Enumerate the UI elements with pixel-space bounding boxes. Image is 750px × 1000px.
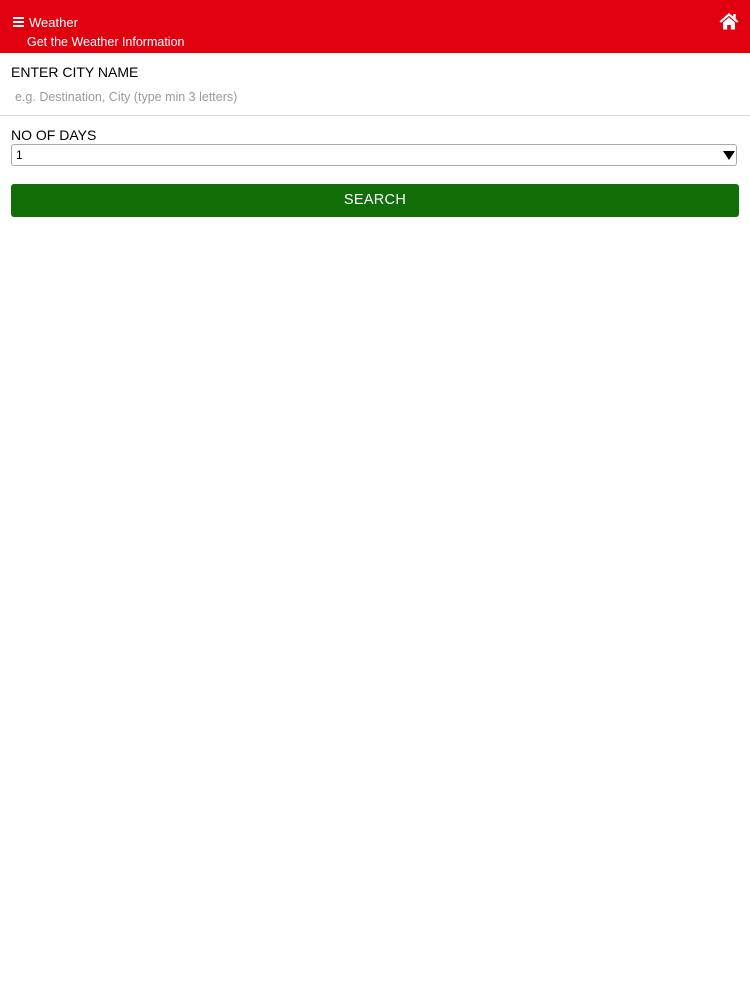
days-selected-value: 1 xyxy=(16,148,23,162)
home-icon[interactable] xyxy=(719,12,739,30)
city-input[interactable] xyxy=(11,86,739,108)
divider xyxy=(0,115,750,116)
page-title: Weather xyxy=(29,15,78,30)
app-header: Weather Get the Weather Information xyxy=(0,0,750,53)
days-label: NO OF DAYS xyxy=(11,127,97,143)
chevron-down-icon xyxy=(723,151,735,160)
page-subtitle: Get the Weather Information xyxy=(27,35,185,49)
days-select[interactable]: 1 xyxy=(11,144,737,166)
city-label: ENTER CITY NAME xyxy=(11,64,139,80)
search-button[interactable]: SEARCH xyxy=(11,184,739,217)
menu-icon[interactable] xyxy=(13,17,24,27)
